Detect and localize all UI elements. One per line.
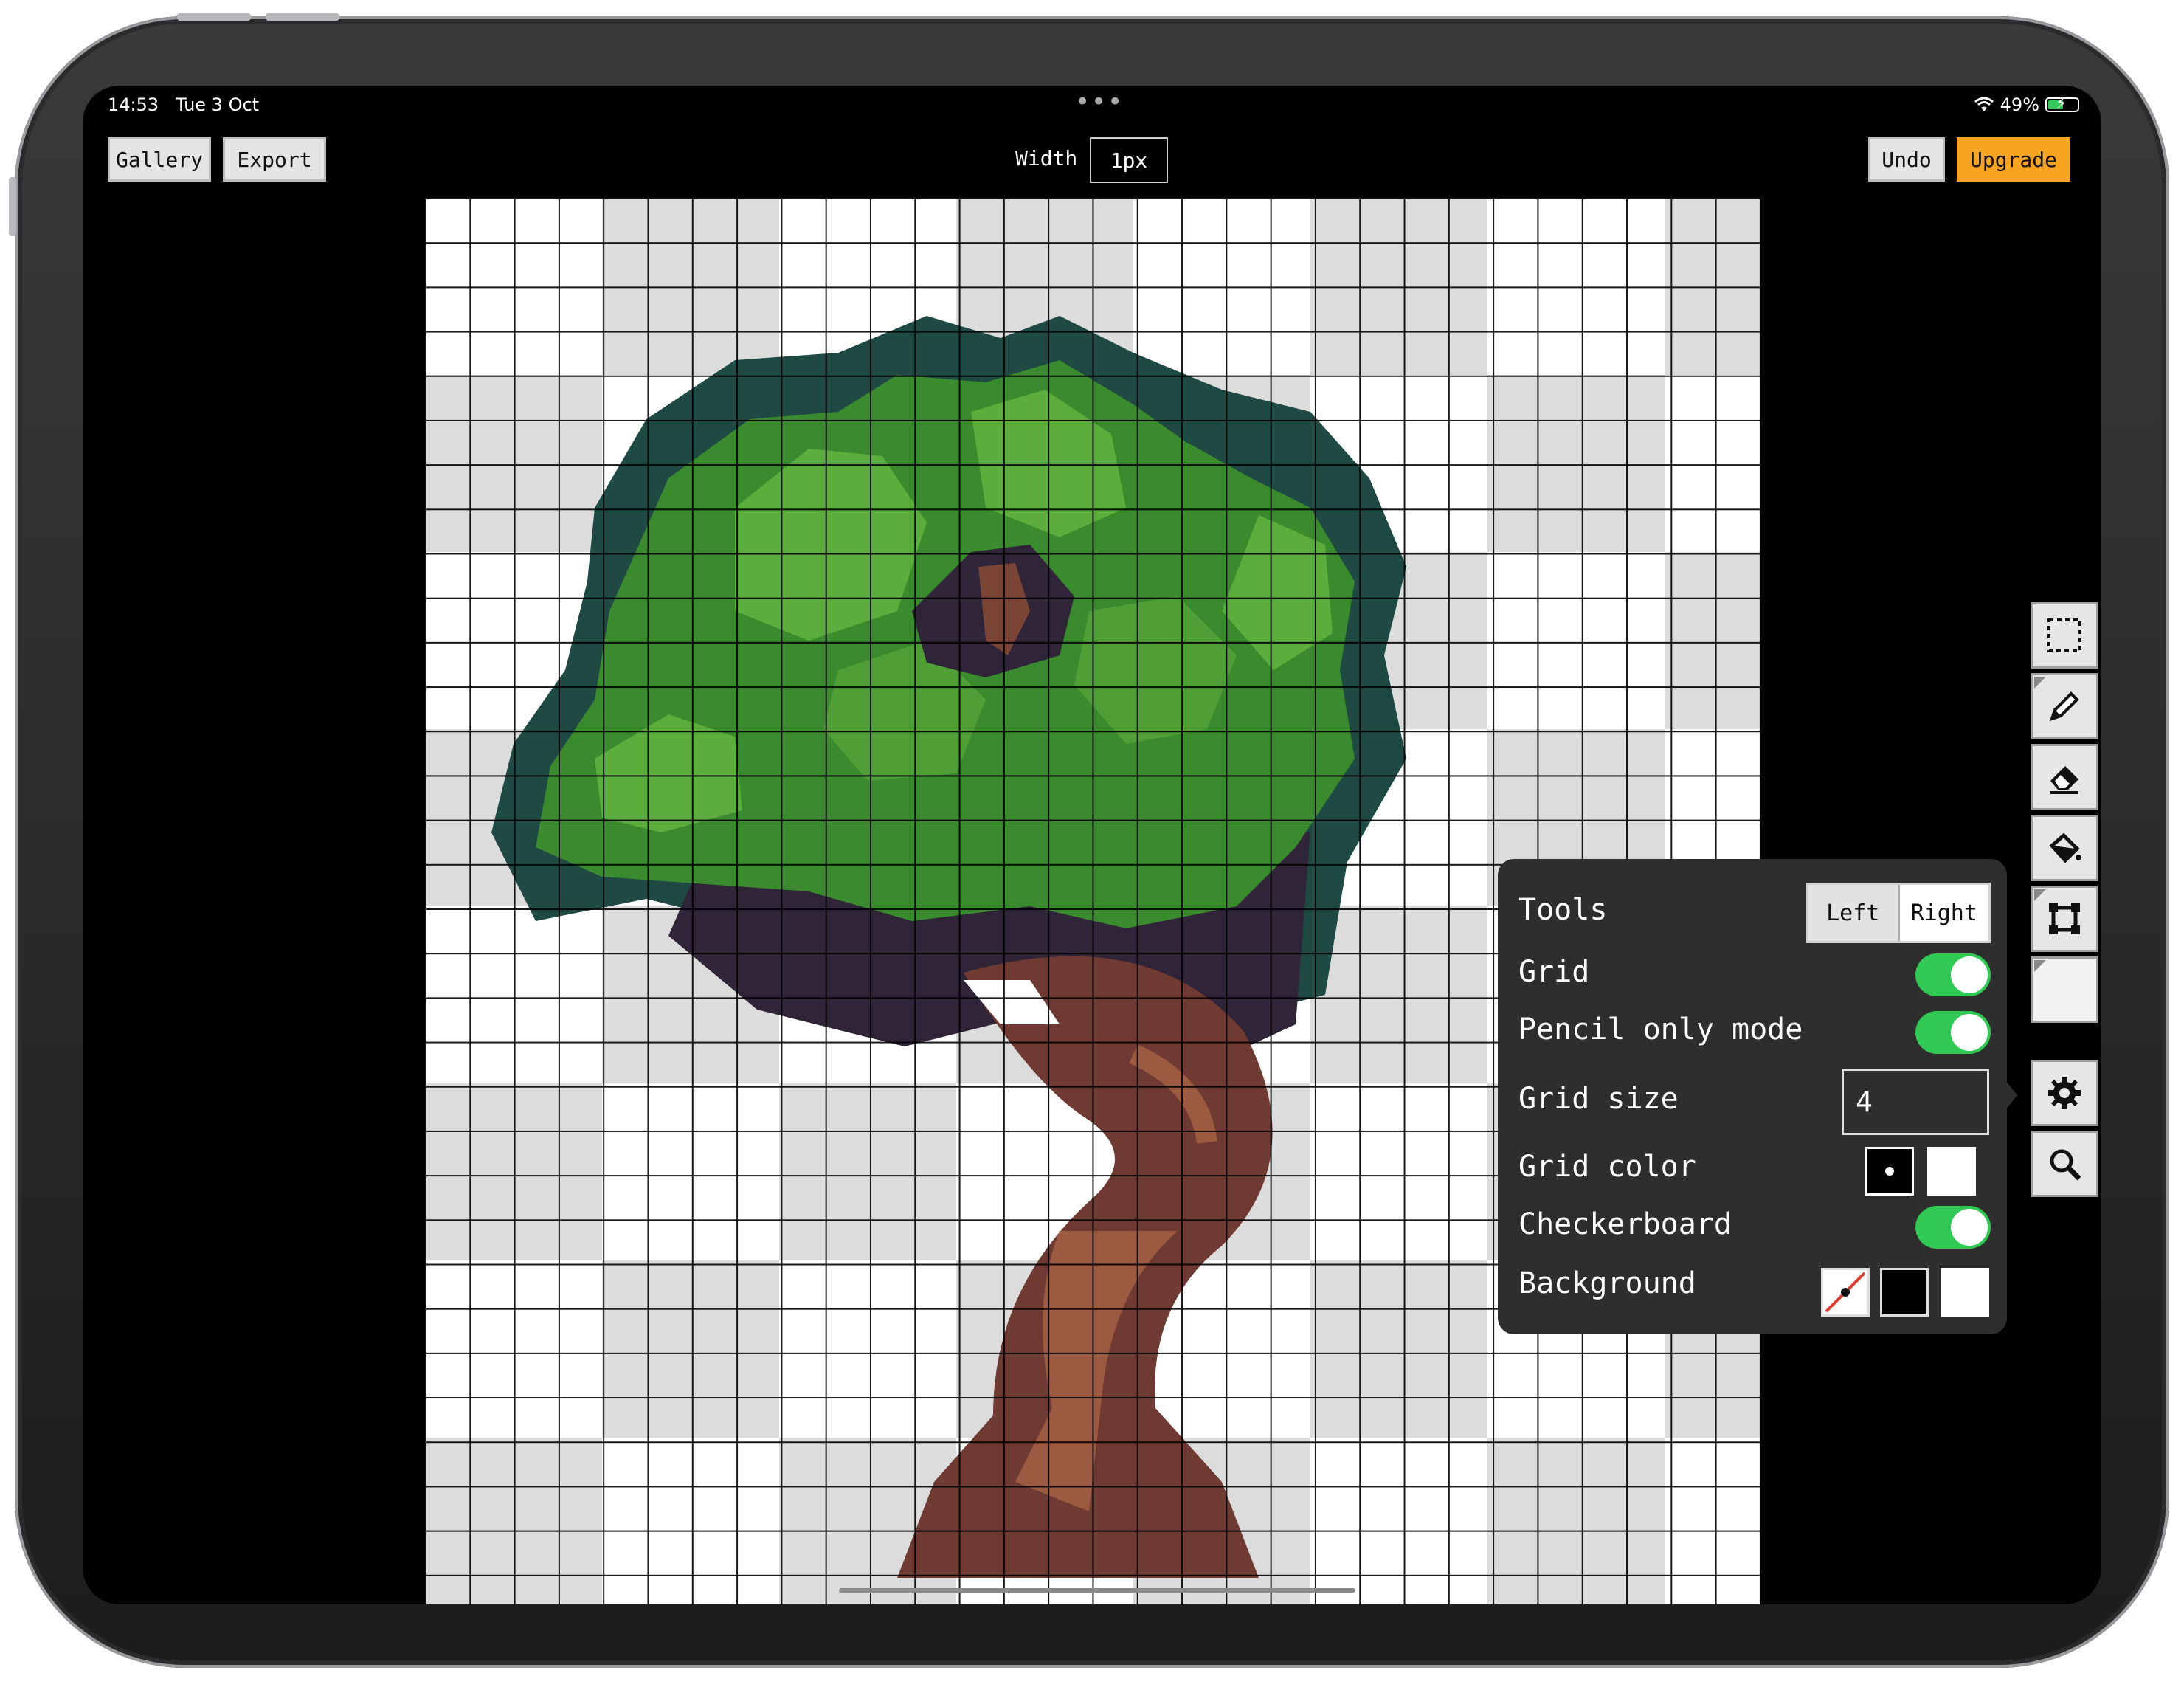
grid-toggle[interactable]: [1915, 953, 1991, 996]
background-label: Background: [1518, 1266, 1696, 1300]
background-white-swatch[interactable]: [1941, 1268, 1989, 1317]
status-time: 14:53 Tue 3 Oct: [108, 94, 260, 115]
transform-icon: [2049, 903, 2080, 934]
undo-button[interactable]: Undo: [1868, 137, 1945, 182]
checkerboard-toggle[interactable]: [1915, 1206, 1991, 1249]
tools-right-option[interactable]: Right: [1899, 885, 1988, 941]
grid-label: Grid: [1518, 955, 1590, 989]
grid-color-white-swatch[interactable]: [1927, 1147, 1976, 1196]
fill-bucket-icon: [2049, 832, 2081, 863]
selection-tool-button[interactable]: [2031, 602, 2098, 669]
eraser-tool-button[interactable]: [2031, 744, 2098, 810]
color-swatch-button[interactable]: [2031, 956, 2098, 1023]
status-bar: 14:53 Tue 3 Oct ••• 49% ⚡: [83, 86, 2101, 127]
gallery-button[interactable]: Gallery: [108, 137, 211, 182]
battery-icon: ⚡: [2045, 96, 2079, 112]
volume-button: [266, 13, 339, 21]
transform-tool-button[interactable]: [2031, 886, 2098, 952]
grid-color-black-swatch[interactable]: [1865, 1147, 1914, 1196]
eraser-icon: [2050, 766, 2078, 794]
transparent-slash-icon: [1825, 1272, 1866, 1313]
tools-label: Tools: [1518, 893, 1608, 927]
grid-color-label: Grid color: [1518, 1150, 1696, 1184]
side-button: [9, 177, 16, 236]
status-right: 49% ⚡: [1974, 94, 2079, 115]
width-input[interactable]: 1px: [1090, 137, 1168, 183]
background-transparent-swatch[interactable]: [1821, 1268, 1870, 1317]
grid-size-label: Grid size: [1518, 1082, 1679, 1116]
zoom-icon: [2050, 1149, 2081, 1181]
width-label: Width: [1015, 146, 1078, 170]
tools-left-option[interactable]: Left: [1808, 885, 1900, 941]
home-indicator[interactable]: [839, 1588, 1355, 1593]
battery-percent: 49%: [2000, 94, 2039, 115]
fill-tool-button[interactable]: [2031, 815, 2098, 881]
screen: 14:53 Tue 3 Oct ••• 49% ⚡ Gallery Export…: [83, 86, 2101, 1604]
tools-side-segmented[interactable]: Left Right: [1806, 883, 1991, 943]
checkerboard-label: Checkerboard: [1518, 1207, 1732, 1241]
settings-popover: Tools Left Right Grid Pencil only mode G…: [1498, 859, 2017, 1334]
volume-button: [177, 13, 251, 21]
background-black-swatch[interactable]: [1880, 1268, 1929, 1317]
pencil-only-toggle[interactable]: [1915, 1011, 1991, 1054]
selected-dot-icon: [1885, 1167, 1894, 1176]
multitask-dots[interactable]: •••: [1075, 87, 1124, 117]
upgrade-button[interactable]: Upgrade: [1957, 137, 2070, 182]
wifi-icon: [1974, 97, 1994, 111]
settings-gear-icon: [2048, 1077, 2081, 1109]
grid-size-input[interactable]: 4: [1842, 1069, 1989, 1135]
pencil-icon: [2049, 691, 2079, 722]
zoom-button[interactable]: [2031, 1131, 2098, 1197]
pencil-only-label: Pencil only mode: [1518, 1013, 1803, 1046]
export-button[interactable]: Export: [223, 137, 326, 182]
selection-icon: [2048, 618, 2081, 652]
settings-button[interactable]: [2031, 1060, 2098, 1126]
pencil-tool-button[interactable]: [2031, 673, 2098, 739]
